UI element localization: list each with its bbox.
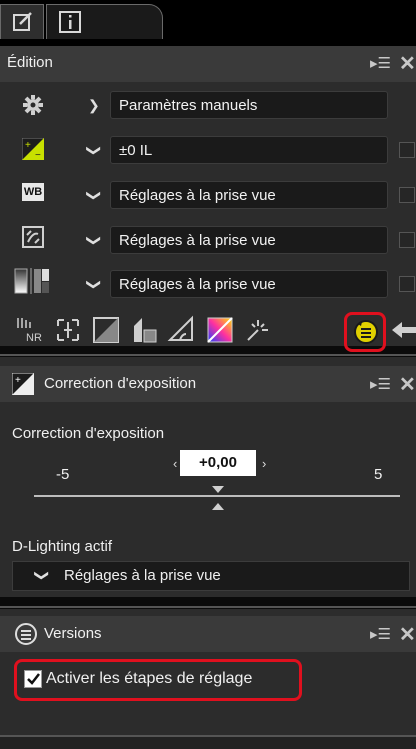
separator	[0, 354, 416, 356]
straighten-icon[interactable]	[166, 314, 198, 346]
tab-info[interactable]	[46, 4, 163, 39]
close-icon[interactable]: ✕	[399, 51, 416, 76]
panel-menu-icon[interactable]: ▸☰	[370, 54, 391, 72]
levels-curves-icon[interactable]	[90, 314, 122, 346]
tab-edit[interactable]	[0, 4, 44, 39]
slider-min-label: -5	[56, 466, 70, 483]
tone-icon	[14, 268, 50, 299]
svg-text:−: −	[35, 150, 41, 160]
crop-icon[interactable]	[52, 314, 84, 346]
dlighting-select: Réglages à la prise vue	[64, 567, 221, 584]
dlighting-label: D-Lighting actif	[12, 538, 113, 555]
edition-title: Édition	[7, 54, 53, 71]
enable-steps-label[interactable]: Activer les étapes de réglage	[46, 670, 252, 688]
white-balance-select[interactable]: Réglages à la prise vue	[110, 181, 388, 209]
slider-thumb-icon[interactable]	[211, 485, 225, 516]
close-icon[interactable]: ✕	[399, 622, 416, 647]
gear-icon	[22, 94, 44, 121]
tone-checkbox[interactable]	[399, 276, 415, 292]
color-adjust-icon[interactable]	[204, 314, 236, 346]
chevron-down-icon[interactable]: ❯	[85, 190, 102, 202]
versions-panel-title: Versions	[44, 625, 102, 642]
exposure-icon: +	[11, 372, 35, 400]
chevron-down-icon[interactable]: ❯	[85, 145, 102, 157]
exposure-label: Correction d'exposition	[12, 425, 165, 442]
versions-panel-header: Versions ▸☰ ✕	[0, 616, 416, 652]
edit-icon	[11, 9, 35, 39]
picture-control-icon	[22, 226, 44, 253]
exposure-value-field[interactable]: +0,00	[180, 450, 256, 476]
svg-text:+: +	[25, 140, 31, 151]
separator	[0, 606, 416, 608]
exposure-icon: + −	[21, 137, 45, 165]
slider-max-label: 5	[374, 466, 383, 483]
edit-mode-select[interactable]: Paramètres manuels	[110, 91, 388, 119]
versions-icon	[14, 622, 38, 651]
noise-reduction-icon[interactable]: NR	[14, 314, 46, 346]
svg-text:+: +	[15, 375, 21, 386]
increment-arrow-icon[interactable]: ›	[262, 456, 266, 471]
info-icon	[59, 11, 81, 38]
chevron-down-icon[interactable]: ❯	[85, 235, 102, 247]
white-balance-checkbox[interactable]	[399, 187, 415, 203]
color-booster-icon[interactable]	[128, 314, 160, 346]
enable-steps-checkbox[interactable]	[24, 670, 42, 688]
exposure-select[interactable]: ±0 IL	[110, 136, 388, 164]
chevron-down-icon[interactable]: ❯	[85, 279, 102, 291]
close-icon[interactable]: ✕	[399, 372, 416, 397]
edition-panel-header: Édition ▸☰ ✕	[0, 46, 416, 82]
retouch-brush-icon[interactable]	[242, 314, 274, 346]
decrement-arrow-icon[interactable]: ‹	[173, 456, 177, 471]
svg-text:NR: NR	[26, 332, 42, 344]
versions-icon[interactable]	[350, 316, 382, 348]
chevron-down-icon[interactable]: ❯	[33, 570, 50, 582]
picture-control-select[interactable]: Réglages à la prise vue	[110, 226, 388, 254]
picture-control-checkbox[interactable]	[399, 232, 415, 248]
tone-select[interactable]: Réglages à la prise vue	[110, 270, 388, 298]
exposure-panel-header: + Correction d'exposition ▸☰ ✕	[0, 366, 416, 402]
arrow-icon[interactable]	[388, 314, 416, 346]
chevron-down-icon[interactable]: ❯	[88, 97, 100, 114]
panel-menu-icon[interactable]: ▸☰	[370, 375, 391, 393]
exposure-checkbox[interactable]	[399, 142, 415, 158]
panel-menu-icon[interactable]: ▸☰	[370, 625, 391, 643]
exposure-panel-title: Correction d'exposition	[44, 375, 197, 392]
white-balance-icon: WB	[22, 183, 44, 201]
